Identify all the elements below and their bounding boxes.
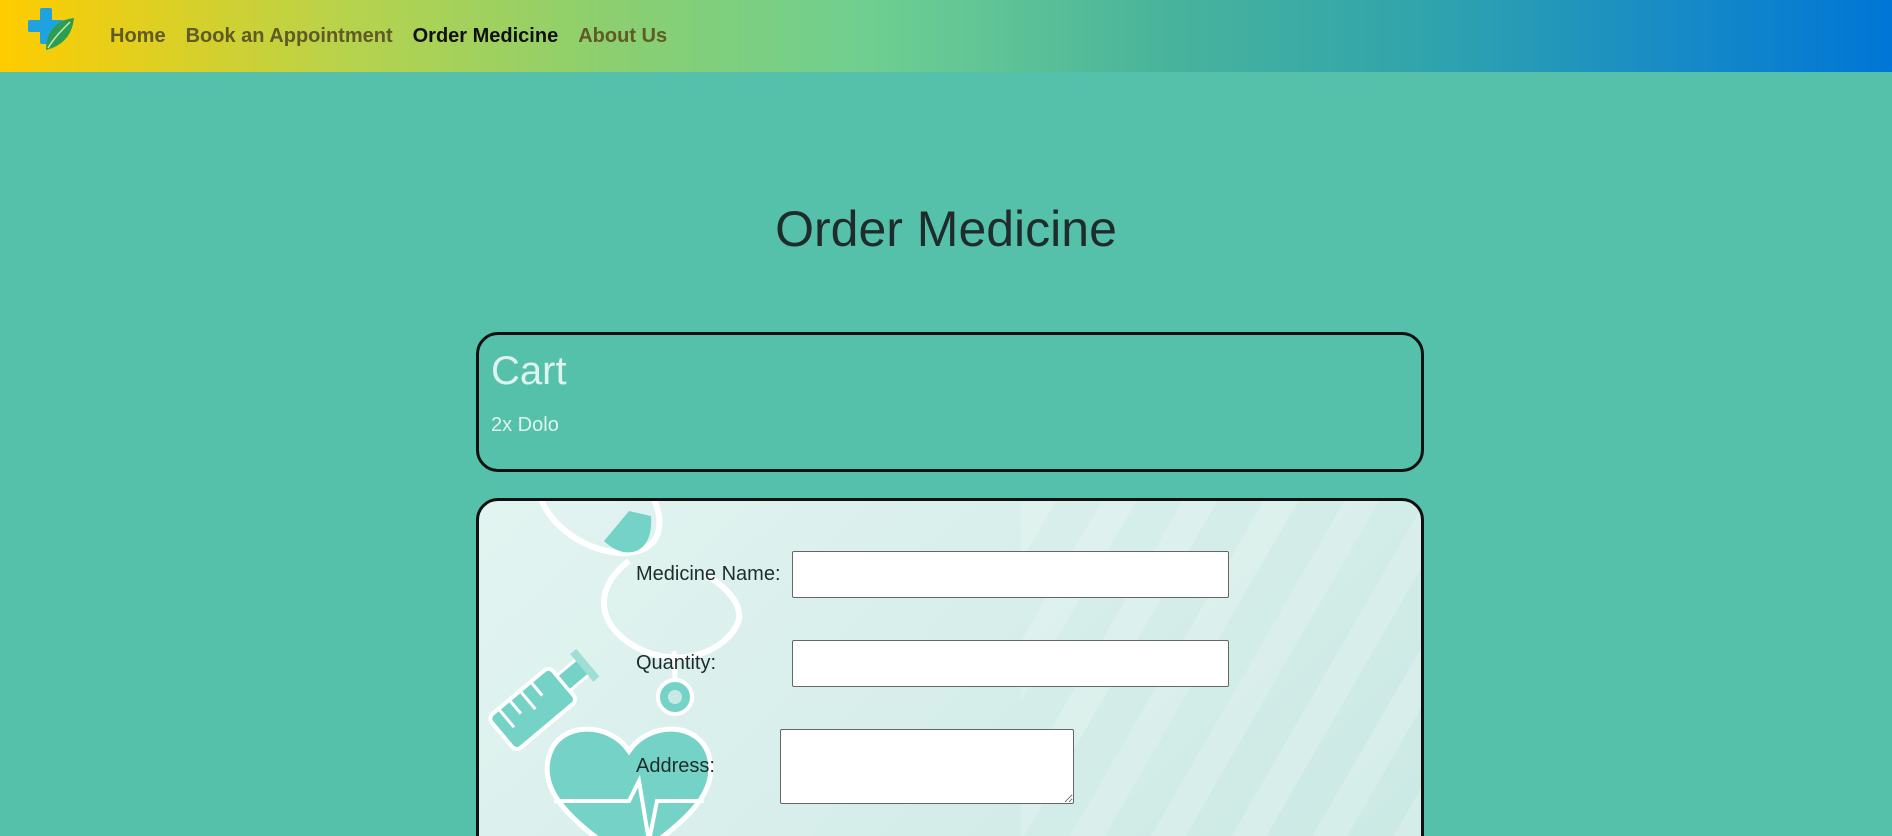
cart-title: Cart — [491, 349, 567, 393]
quantity-input[interactable] — [792, 640, 1229, 687]
nav-link-home[interactable]: Home — [110, 25, 166, 48]
address-textarea[interactable] — [780, 729, 1074, 804]
order-form: Medicine Name: Quantity: Address: — [476, 498, 1424, 836]
quantity-row: Quantity: — [636, 640, 1229, 687]
nav-link-about-us[interactable]: About Us — [578, 25, 667, 48]
cart-item: 2x Dolo — [491, 414, 559, 436]
top-navbar: Home Book an Appointment Order Medicine … — [0, 0, 1892, 72]
nav-links: Home Book an Appointment Order Medicine … — [110, 0, 687, 72]
quantity-label: Quantity: — [636, 652, 717, 674]
medicine-name-input[interactable] — [792, 551, 1229, 598]
cart-panel: Cart 2x Dolo — [476, 332, 1424, 472]
nav-link-order-medicine[interactable]: Order Medicine — [413, 25, 559, 48]
medical-cross-leaf-icon[interactable] — [28, 6, 74, 54]
nav-link-book-appointment[interactable]: Book an Appointment — [186, 25, 393, 48]
address-label: Address: — [636, 755, 715, 777]
medicine-name-label: Medicine Name: — [636, 563, 781, 585]
address-row: Address: — [636, 729, 1074, 804]
page-title: Order Medicine — [775, 201, 1117, 257]
medicine-name-row: Medicine Name: — [636, 551, 1229, 598]
